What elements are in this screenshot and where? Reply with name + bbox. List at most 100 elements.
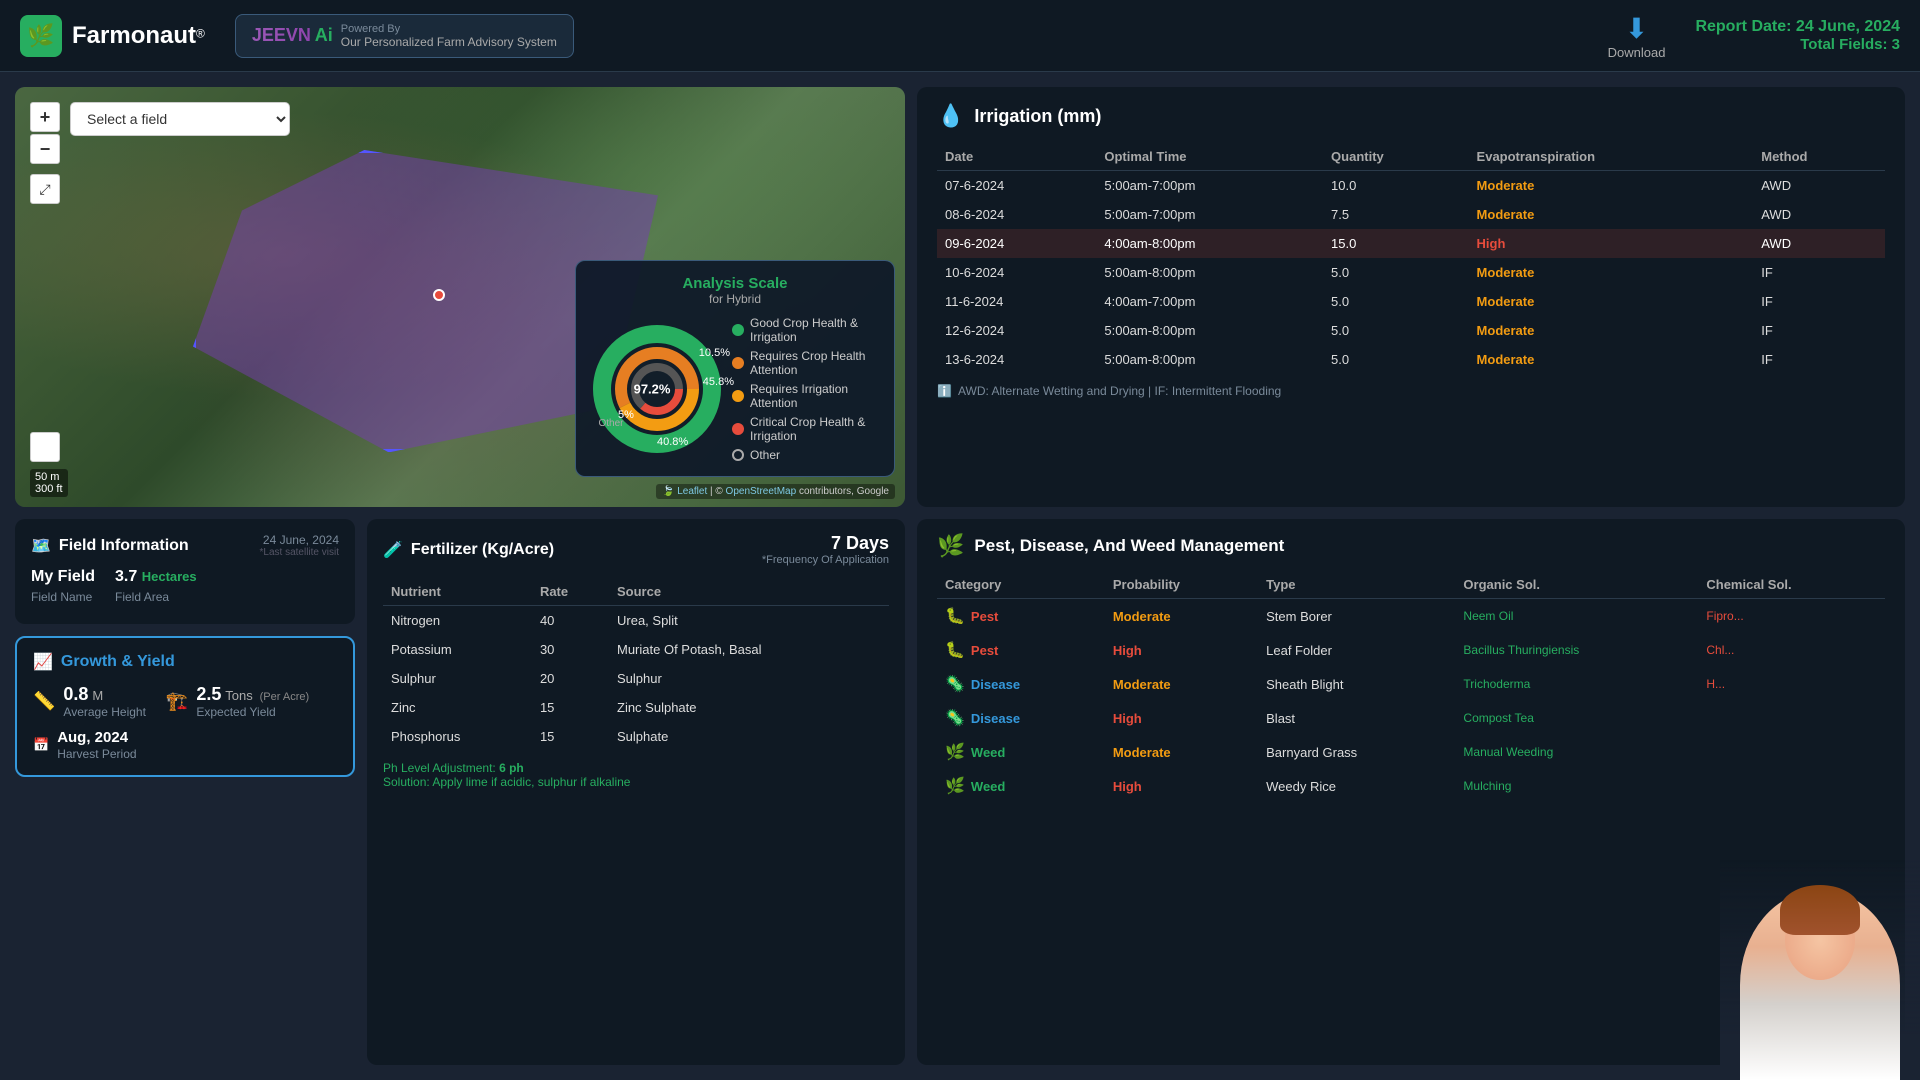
pest-organic: Bacillus Thuringiensis: [1455, 633, 1698, 667]
total-fields-label: Total Fields:: [1800, 36, 1887, 53]
field-name-value: My Field: [31, 568, 95, 586]
pest-row-0: 🐛Pest Moderate Stem Borer Neem Oil Fipro…: [937, 599, 1885, 634]
irr-time: 5:00am-7:00pm: [1096, 200, 1323, 229]
pest-category: 🦠Disease: [937, 667, 1105, 701]
irr-method: IF: [1753, 258, 1885, 287]
pest-header: 🌿 Pest, Disease, And Weed Management: [937, 533, 1885, 559]
pest-row-4: 🌿Weed Moderate Barnyard Grass Manual Wee…: [937, 735, 1885, 769]
legend-item-crop-health: Requires Crop Health Attention: [732, 349, 878, 377]
irr-date: 08-6-2024: [937, 200, 1096, 229]
total-fields: Total Fields: 3: [1695, 36, 1900, 53]
irr-method: IF: [1753, 316, 1885, 345]
field-area-label: Field Area: [115, 590, 197, 604]
pest-chemical: [1698, 769, 1885, 803]
pest-row-1: 🐛Pest High Leaf Folder Bacillus Thuringi…: [937, 633, 1885, 667]
download-button[interactable]: ⬇ Download: [1608, 12, 1666, 60]
donut-label-10: 10.5%: [699, 347, 730, 359]
field-select-dropdown[interactable]: Select a field: [70, 102, 290, 136]
field-info-title: 🗺️ Field Information: [31, 536, 189, 556]
map-layers-button[interactable]: ▦: [30, 432, 60, 462]
fertilizer-table-body: Nitrogen 40 Urea, Split Potassium 30 Mur…: [383, 606, 889, 752]
irr-method: IF: [1753, 287, 1885, 316]
fertilizer-row-4: Phosphorus 15 Sulphate: [383, 722, 889, 751]
area-number: 3.7: [115, 568, 137, 585]
pest-type: Leaf Folder: [1258, 633, 1455, 667]
field-date-group: 24 June, 2024 *Last satellite visit: [260, 533, 339, 558]
field-info-panel: 🗺️ Field Information 24 June, 2024 *Last…: [15, 519, 355, 624]
pest-chemical: [1698, 735, 1885, 769]
irrigation-row-1: 08-6-2024 5:00am-7:00pm 7.5 Moderate AWD: [937, 200, 1885, 229]
field-growth-col: 🗺️ Field Information 24 June, 2024 *Last…: [15, 519, 355, 1065]
map-scale: 50 m 300 ft: [30, 469, 68, 497]
pest-panel: 🌿 Pest, Disease, And Weed Management Cat…: [917, 519, 1905, 1065]
analysis-scale-title: Analysis Scale: [592, 275, 878, 292]
ph-label: Ph Level Adjustment:: [383, 761, 496, 775]
report-date-label: Report Date:: [1695, 18, 1791, 35]
field-area-value: 3.7 Hectares: [115, 568, 197, 586]
legend-label-critical: Critical Crop Health & Irrigation: [750, 415, 878, 443]
donut-label-40: 40.8%: [657, 436, 688, 448]
irrigation-table-body: 07-6-2024 5:00am-7:00pm 10.0 Moderate AW…: [937, 171, 1885, 375]
powered-by-group: Powered By Our Personalized Farm Advisor…: [341, 23, 557, 49]
fert-nutrient: Potassium: [383, 635, 532, 664]
zoom-in-button[interactable]: +: [30, 102, 60, 132]
ph-value: 6 ph: [499, 761, 524, 775]
height-value: 0.8: [63, 684, 88, 704]
analysis-legend: Good Crop Health & Irrigation Requires C…: [732, 316, 878, 462]
farmonaut-logo-icon: 🌿: [20, 15, 62, 57]
map-pin: [433, 289, 445, 301]
map-controls: + − ⤢: [30, 102, 60, 204]
yield-per: (Per Acre): [260, 691, 310, 703]
pest-organic: Manual Weeding: [1455, 735, 1698, 769]
pest-category: 🌿Weed: [937, 769, 1105, 803]
leaflet-link[interactable]: 🍃 Leaflet: [662, 486, 707, 497]
legend-label-other: Other: [750, 448, 780, 462]
legend-item-other: Other: [732, 448, 878, 462]
fertilizer-header: 🧪 Fertilizer (Kg/Acre) 7 Days *Frequency…: [383, 533, 889, 566]
irr-et: Moderate: [1469, 287, 1754, 316]
irr-et: Moderate: [1469, 316, 1754, 345]
irrigation-icon: 💧: [937, 103, 964, 129]
yield-value: 2.5: [196, 684, 221, 704]
irr-et: Moderate: [1469, 200, 1754, 229]
pest-probability: High: [1105, 701, 1258, 735]
legend-item-good: Good Crop Health & Irrigation: [732, 316, 878, 344]
fertilizer-table-header: Nutrient Rate Source: [383, 578, 889, 606]
irrigation-note-text: AWD: Alternate Wetting and Drying | IF: …: [958, 384, 1281, 398]
pest-type: Barnyard Grass: [1258, 735, 1455, 769]
zoom-out-button[interactable]: −: [30, 134, 60, 164]
jeevn-badge: JEEVN Ai Powered By Our Personalized Far…: [235, 14, 574, 58]
irr-et: High: [1469, 229, 1754, 258]
donut-chart: 97.2% 10.5% 45.8% 5% Other 40.8%: [592, 324, 722, 454]
pest-organic: Compost Tea: [1455, 701, 1698, 735]
analysis-scale-popup: Analysis Scale for Hybrid 97.2%: [575, 260, 895, 477]
fullscreen-button[interactable]: ⤢: [30, 174, 60, 204]
donut-label-97: 97.2%: [634, 382, 671, 397]
pest-category: 🌿Weed: [937, 735, 1105, 769]
irr-date: 07-6-2024: [937, 171, 1096, 201]
jeevn-text: JEEVN: [252, 25, 311, 45]
pest-table-header: Category Probability Type Organic Sol. C…: [937, 571, 1885, 599]
fert-source: Zinc Sulphate: [609, 693, 889, 722]
irrigation-row-5: 12-6-2024 5:00am-8:00pm 5.0 Moderate IF: [937, 316, 1885, 345]
yield-label: Expected Yield: [196, 705, 309, 719]
irr-qty: 10.0: [1323, 171, 1469, 201]
col-type: Type: [1258, 571, 1455, 599]
col-probability: Probability: [1105, 571, 1258, 599]
field-info-header: 🗺️ Field Information 24 June, 2024 *Last…: [31, 533, 339, 558]
fert-nutrient: Sulphur: [383, 664, 532, 693]
fert-source: Urea, Split: [609, 606, 889, 636]
report-info: Report Date: 24 June, 2024 Total Fields:…: [1695, 18, 1900, 53]
logo-reg: ®: [196, 26, 205, 40]
osm-link[interactable]: OpenStreetMap: [726, 486, 797, 497]
pest-chemical: H...: [1698, 667, 1885, 701]
download-label: Download: [1608, 45, 1666, 60]
fert-rate: 15: [532, 722, 609, 751]
field-name-label: Field Name: [31, 590, 95, 604]
irr-time: 4:00am-8:00pm: [1096, 229, 1323, 258]
irr-method: AWD: [1753, 171, 1885, 201]
pest-organic: Mulching: [1455, 769, 1698, 803]
irrigation-table: Date Optimal Time Quantity Evapotranspir…: [937, 143, 1885, 374]
legend-dot-crop-health: [732, 357, 744, 369]
irrigation-row-6: 13-6-2024 5:00am-8:00pm 5.0 Moderate IF: [937, 345, 1885, 374]
